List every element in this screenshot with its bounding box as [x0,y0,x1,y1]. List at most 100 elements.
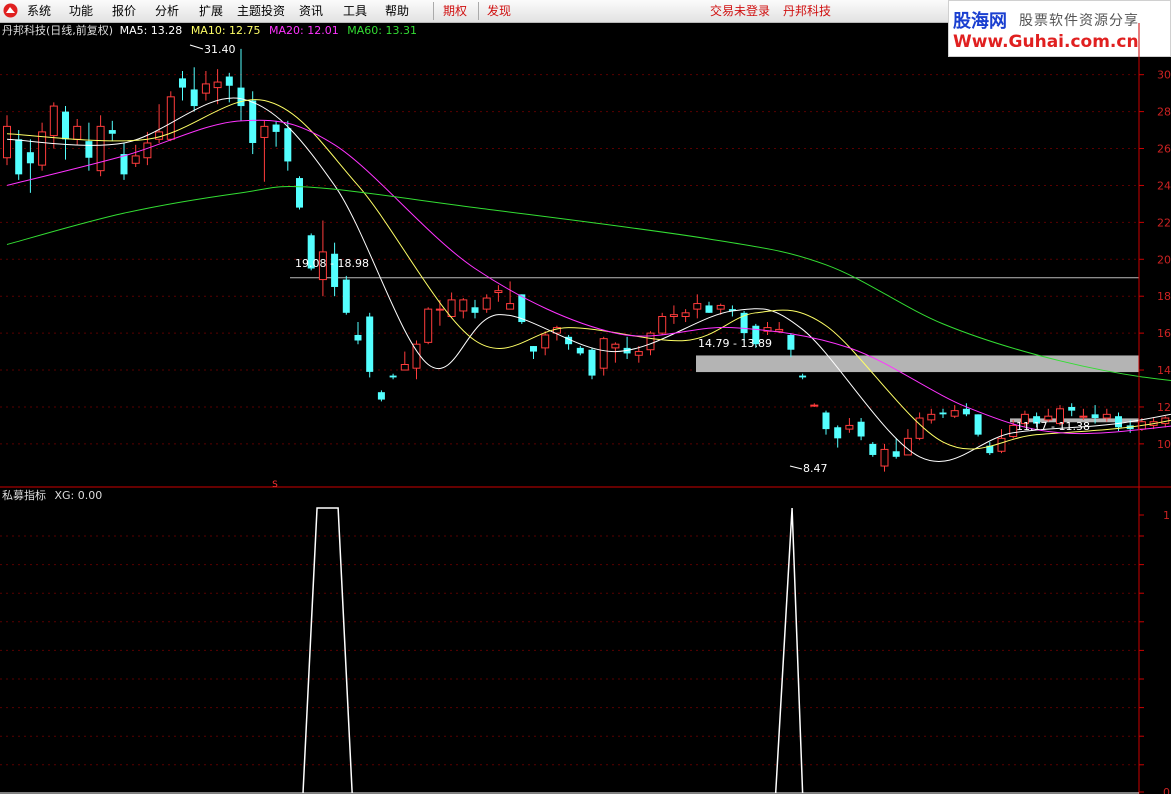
indicator-axis-tick-label: 1 [1163,509,1170,522]
candle-body [400,364,409,371]
candle-body [389,375,397,378]
candle-body [108,130,116,134]
candle-body [1079,415,1088,418]
candle-body [599,338,608,369]
menu-quote[interactable]: 报价 [112,3,136,19]
candle-body [669,314,678,318]
xg-signal-pulse [302,507,353,794]
candle-body [143,142,152,159]
axis-tick-label: 18 [1157,290,1171,303]
candle-body [249,100,257,143]
axis-tick-label: 12 [1157,401,1171,414]
candle-body [506,303,515,310]
menu-analysis[interactable]: 分析 [155,3,179,19]
candle-body [1091,414,1099,419]
menu-function[interactable]: 功能 [69,3,93,19]
ma5-legend: MA5: 13.28 [120,24,183,37]
zone3-label: 11.17 - 11.38 [1016,420,1090,433]
high-price-annotation: 31.40 [189,43,236,56]
candle-body [927,413,936,421]
low-price-annotation: 8.47 [789,462,828,475]
candle-body [3,125,11,159]
candle-body [997,437,1006,452]
low-price-label: 8.47 [803,462,828,475]
app-logo-icon[interactable] [3,3,18,18]
candle-body [225,76,233,86]
menu-discover[interactable]: 发现 [487,3,511,19]
axis-tick-label: 10 [1157,438,1171,451]
candle-body [62,111,69,140]
signal-s-marker: S [272,480,278,490]
axis-tick-label: 16 [1157,327,1171,340]
candle-body [190,89,198,107]
chart-frame [0,23,1171,794]
candle-body [869,443,877,455]
candle-body [541,334,550,349]
candle-body [822,412,830,430]
candle-body [799,375,807,378]
xg-value: XG: 0.00 [55,489,103,502]
ma20-line [6,119,1171,435]
axis-tick-label: 20 [1157,253,1171,266]
ma10-legend: MA10: 12.75 [191,24,261,37]
menu-help[interactable]: 帮助 [385,3,409,19]
candle-body [705,305,713,313]
menu-tools[interactable]: 工具 [343,3,367,19]
candle-body [435,308,444,311]
zone1-label: 19.08 - 18.98 [295,257,369,270]
menu-extend[interactable]: 扩展 [199,3,223,19]
candle-body [482,297,491,310]
ma20-legend: MA20: 12.01 [269,24,339,37]
candle-body [962,408,970,415]
candle-body [15,139,23,175]
candle-body [26,152,34,164]
candle-body [834,427,842,439]
candle-body [459,299,468,312]
trade-login-status[interactable]: 交易未登录 [710,3,770,19]
candle-body [857,421,865,437]
axis-tick-label: 22 [1157,216,1171,229]
axis-tick-label: 26 [1157,143,1171,156]
main-legend-title: 丹邦科技(日线,前复权) [2,23,113,37]
indicator-axis[interactable]: 10 [1139,509,1170,794]
candle-body [681,312,690,318]
candle-body [576,347,584,354]
menu-system[interactable]: 系统 [27,3,51,19]
indicator-axis-tick-label: 0 [1163,786,1170,794]
axis-tick-label: 24 [1157,179,1171,192]
candle-body [471,307,479,313]
candle-body [377,392,385,400]
menu-futures[interactable]: 期权 [443,3,467,19]
candle-body [634,351,643,356]
candle-body [49,105,58,137]
candle-body [658,316,667,334]
price-axis[interactable]: 10 12 14 16 18 20 22 24 26 28 30 [1139,69,1171,451]
candle-body [73,125,82,140]
candle-body [284,128,292,162]
candle-body [85,141,93,158]
candle-body [845,424,854,430]
axis-tick-label: 28 [1157,106,1171,119]
candle-body [155,131,164,140]
menu-theme-investing[interactable]: 主题投资 [237,3,285,19]
ma10-line [6,99,1171,450]
candle-body [272,124,280,132]
candle-body [880,448,889,467]
candle-body [179,78,186,88]
candle-body [611,343,620,349]
candle-body [530,346,537,352]
kline-chart[interactable]: 1012141618202224262830 10 丹邦科技(日线,前复权) M… [0,23,1171,794]
candle-body [939,412,947,415]
candle-body [96,125,105,172]
candle-body [1115,416,1122,428]
candle-body [342,279,350,313]
candle-body [237,87,245,107]
indicator-legend: 私募指标 XG: 0.00 [2,488,102,502]
price-grid [0,74,1139,766]
main-legend: 丹邦科技(日线,前复权) MA5: 13.28 MA10: 12.75 MA20… [2,23,417,37]
candle-body [296,178,303,208]
menu-info[interactable]: 资讯 [299,3,323,19]
candle-body [131,155,140,164]
candle-body [120,154,128,175]
indicator-name: 私募指标 [2,488,46,502]
